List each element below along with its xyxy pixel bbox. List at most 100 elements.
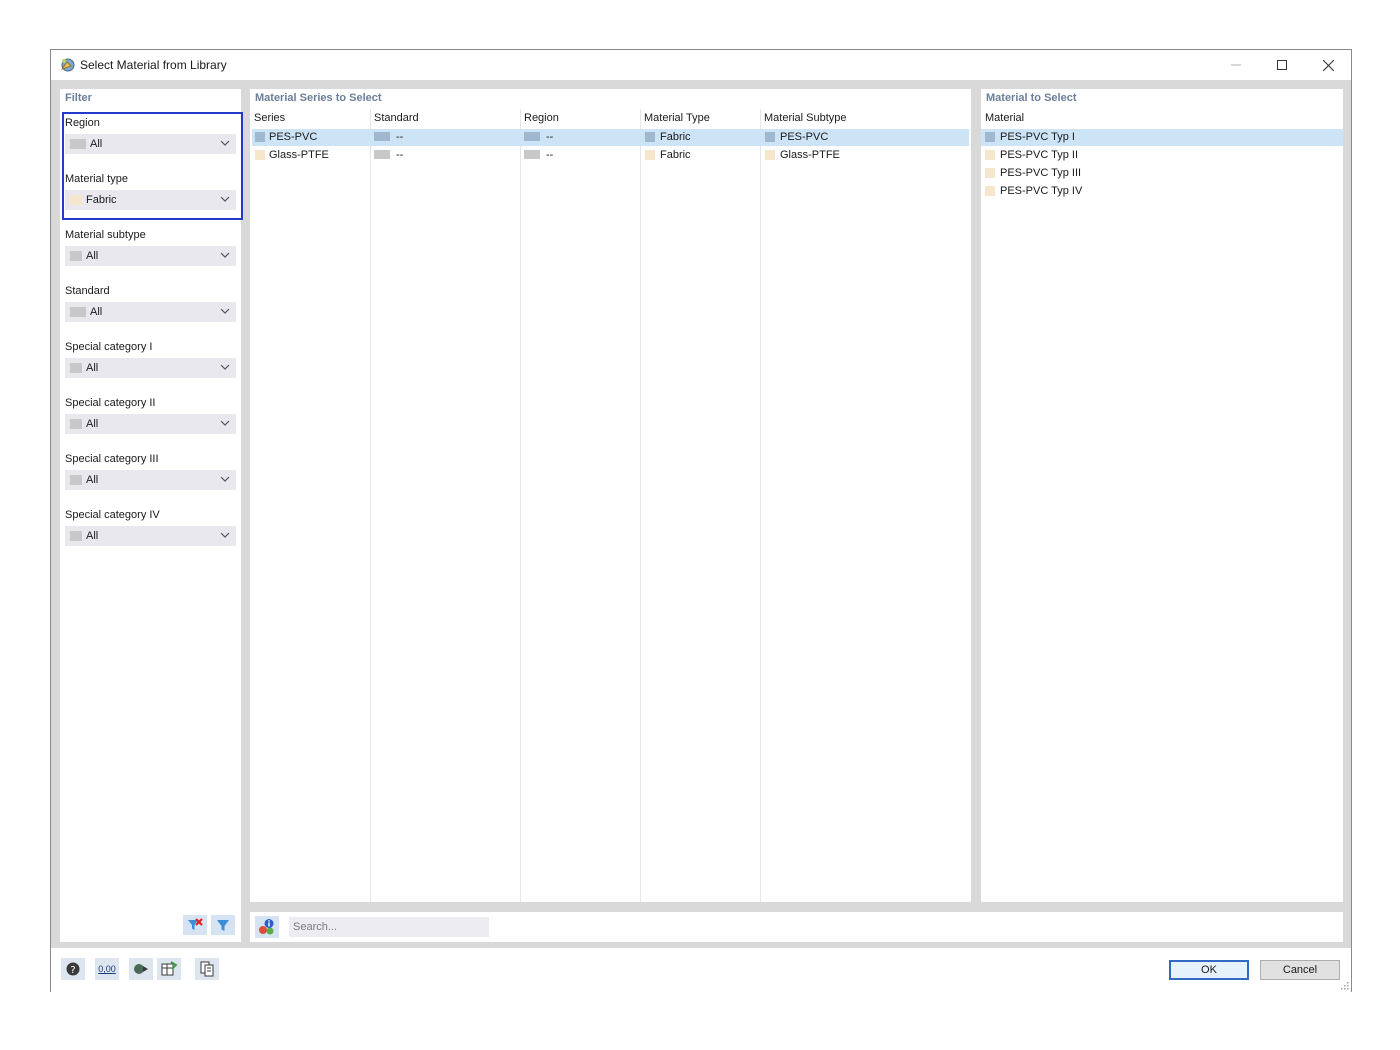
material-library-dialog: Select Material from Library Filter Regi…	[50, 49, 1352, 992]
minimize-icon	[1231, 64, 1241, 66]
color-swatch	[645, 132, 655, 142]
color-swatch	[985, 186, 995, 196]
color-swatch	[70, 307, 86, 317]
column-divider	[760, 109, 761, 902]
title-bar: Select Material from Library	[51, 50, 1351, 80]
column-header-region[interactable]: Region	[524, 112, 559, 124]
select-value: All	[86, 530, 99, 542]
color-swatch	[255, 132, 265, 142]
select-value: All	[90, 306, 103, 318]
copy-button[interactable]	[195, 958, 219, 980]
filter-icon	[217, 920, 229, 931]
help-icon: ?	[66, 962, 80, 976]
units-button[interactable]: 0,00	[95, 958, 119, 980]
column-divider	[520, 109, 521, 902]
search-input[interactable]	[289, 917, 489, 937]
material-info-button[interactable]	[255, 916, 279, 938]
series-heading: Material Series to Select	[255, 92, 382, 104]
cell-material: PES-PVC Typ I	[1000, 131, 1075, 143]
column-header-material[interactable]: Material	[985, 112, 1024, 124]
material-heading: Material to Select	[986, 92, 1077, 104]
column-header-material-subtype[interactable]: Material Subtype	[764, 112, 847, 124]
cell-material-type: Fabric	[660, 149, 691, 161]
material-subtype-select[interactable]: All	[65, 246, 236, 266]
filter-label: Special category IV	[65, 509, 160, 521]
chevron-down-icon	[220, 364, 230, 370]
cell-material: PES-PVC Typ II	[1000, 149, 1079, 161]
column-header-standard[interactable]: Standard	[374, 112, 419, 124]
material-row[interactable]: PES-PVC Typ II	[981, 147, 1343, 164]
close-icon	[1322, 59, 1334, 71]
color-swatch	[255, 150, 265, 160]
ok-button[interactable]: OK	[1169, 960, 1249, 980]
edit-library-button[interactable]	[157, 958, 181, 980]
clear-filter-button[interactable]	[183, 915, 207, 935]
maximize-button[interactable]	[1259, 50, 1305, 80]
color-swatch	[70, 419, 82, 429]
svg-text:?: ?	[70, 965, 75, 976]
series-row[interactable]: PES-PVC -- -- Fabric PES-PVC	[252, 129, 969, 146]
color-swatch	[765, 150, 775, 160]
close-button[interactable]	[1305, 50, 1351, 80]
color-swatch	[524, 150, 540, 159]
maximize-icon	[1277, 60, 1287, 70]
cell-standard: --	[396, 149, 404, 161]
apply-filter-button[interactable]	[211, 915, 235, 935]
select-value: All	[86, 250, 99, 262]
special-category-2-select[interactable]: All	[65, 414, 236, 434]
color-swatch	[70, 363, 82, 373]
series-row[interactable]: Glass-PTFE -- -- Fabric Glass-PTFE	[252, 147, 969, 164]
material-row[interactable]: PES-PVC Typ I	[981, 129, 1343, 146]
column-header-material-type[interactable]: Material Type	[644, 112, 710, 124]
clear-filter-icon	[188, 918, 203, 930]
chevron-down-icon	[220, 308, 230, 314]
resize-grip-icon[interactable]	[1341, 982, 1349, 990]
color-swatch	[645, 150, 655, 160]
color-swatch	[524, 132, 540, 141]
cell-series: Glass-PTFE	[269, 149, 329, 161]
color-swatch	[70, 475, 82, 485]
select-value: All	[86, 474, 99, 486]
select-value: All	[86, 362, 99, 374]
special-category-3-select[interactable]: All	[65, 470, 236, 490]
minimize-button[interactable]	[1213, 50, 1259, 80]
special-category-1-select[interactable]: All	[65, 358, 236, 378]
export-button[interactable]	[129, 958, 153, 980]
info-icon	[259, 919, 274, 935]
export-icon	[134, 964, 148, 974]
filter-label: Standard	[65, 285, 110, 297]
dialog-footer: ? 0,00 OK Cancel	[51, 948, 1351, 992]
select-value: All	[86, 418, 99, 430]
color-swatch	[985, 132, 995, 142]
cell-material-type: Fabric	[660, 131, 691, 143]
filter-panel: Filter Region All Material type Fabric M…	[60, 89, 243, 942]
column-header-series[interactable]: Series	[254, 112, 285, 124]
cell-standard: --	[396, 131, 404, 143]
cell-material-subtype: Glass-PTFE	[780, 149, 840, 161]
column-divider	[640, 109, 641, 902]
filter-label: Special category II	[65, 397, 156, 409]
filter-label: Special category I	[65, 341, 153, 353]
column-divider	[370, 109, 371, 902]
material-row[interactable]: PES-PVC Typ III	[981, 165, 1343, 182]
filter-heading: Filter	[65, 92, 92, 104]
cell-material: PES-PVC Typ IV	[1000, 185, 1083, 197]
color-swatch	[765, 132, 775, 142]
chevron-down-icon	[220, 532, 230, 538]
standard-select[interactable]: All	[65, 302, 236, 322]
help-button[interactable]: ?	[61, 958, 85, 980]
units-label: 0,00	[98, 964, 116, 974]
material-row[interactable]: PES-PVC Typ IV	[981, 183, 1343, 200]
cell-material-subtype: PES-PVC	[780, 131, 829, 143]
special-category-4-select[interactable]: All	[65, 526, 236, 546]
color-swatch	[70, 531, 82, 541]
cell-series: PES-PVC	[269, 131, 318, 143]
color-swatch	[985, 150, 995, 160]
cell-region: --	[546, 149, 554, 161]
document-icon	[200, 961, 214, 977]
material-panel: Material to Select Material PES-PVC Typ …	[981, 89, 1343, 902]
color-swatch	[985, 168, 995, 178]
color-swatch	[70, 251, 82, 261]
highlight-box	[62, 112, 243, 220]
cancel-button[interactable]: Cancel	[1260, 960, 1340, 980]
